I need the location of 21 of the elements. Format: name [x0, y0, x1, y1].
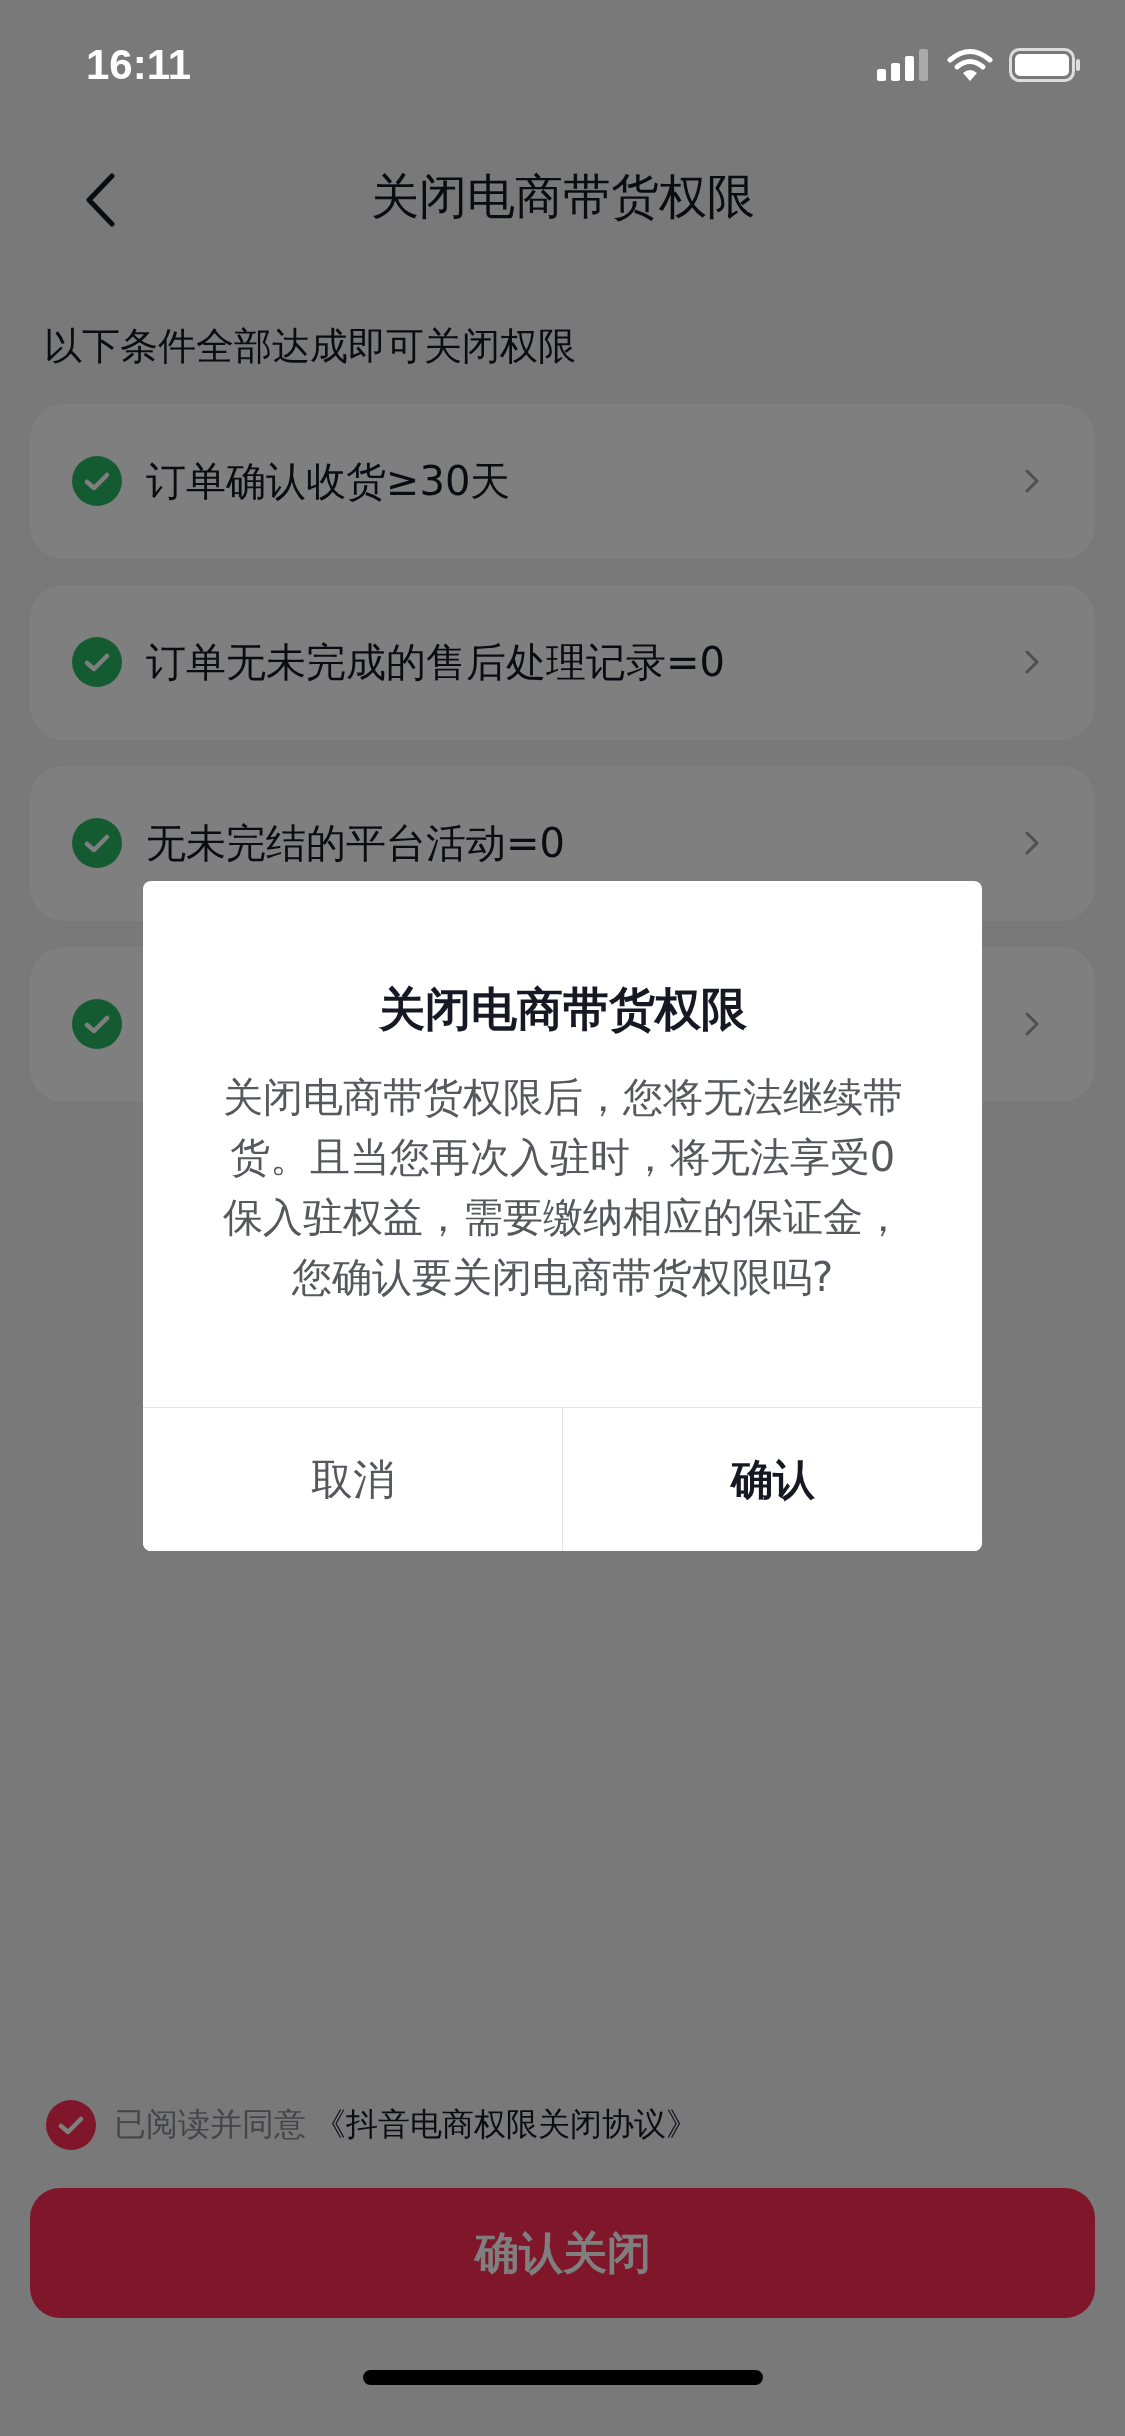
confirm-close-button[interactable]: 确认关闭 — [30, 2188, 1095, 2318]
chevron-icon — [1025, 831, 1039, 856]
condition-card[interactable]: 订单确认收货≥30天 — [30, 403, 1095, 559]
condition-card[interactable]: 订单无未完成的售后处理记录=0 — [30, 584, 1095, 740]
confirm-button[interactable]: 确认 — [562, 1408, 982, 1551]
dialog-title: 关闭电商带货权限 — [378, 981, 747, 1038]
chevron-icon — [1025, 469, 1039, 494]
chevron-icon — [1025, 650, 1039, 675]
agree-checkbox[interactable] — [46, 2100, 96, 2150]
condition-label: 无未完结的平台活动=0 — [146, 818, 565, 868]
condition-label: 订单确认收货≥30天 — [146, 456, 511, 506]
section-heading: 以下条件全部达成即可关闭权限 — [43, 323, 577, 370]
wifi-icon — [947, 48, 993, 82]
chevron-icon — [1025, 1012, 1039, 1037]
page-title: 关闭电商带货权限 — [370, 167, 755, 226]
condition-label: 订单无未完成的售后处理记录=0 — [146, 637, 725, 687]
status-time: 16:11 — [86, 41, 192, 89]
signal-icon — [877, 49, 931, 81]
battery-icon — [1009, 48, 1081, 82]
agreement-link[interactable]: 《抖音电商权限关闭协议》 — [314, 2103, 698, 2147]
dialog-message: 关闭电商带货权限后，您将无法继续带货。且当您再次入驻时，将无法享受0保入驻权益，需要缴纳相应的保证金，您确认要关闭电商带货权限吗? — [221, 1073, 904, 1302]
